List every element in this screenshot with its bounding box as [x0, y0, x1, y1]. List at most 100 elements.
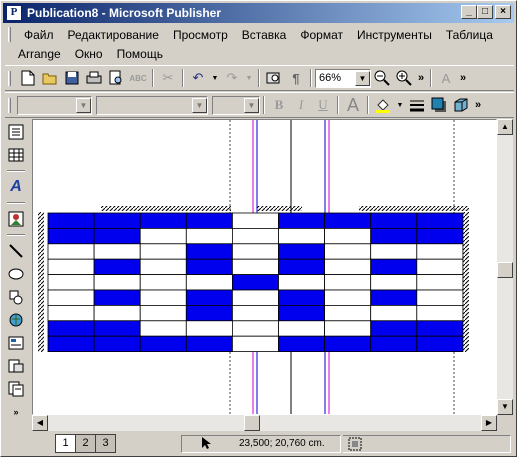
vertical-scroll-thumb[interactable] [497, 262, 513, 278]
table-cell[interactable] [278, 289, 325, 306]
font-size-dropdown-icon[interactable]: ▼ [244, 97, 259, 113]
table-cell[interactable] [47, 258, 95, 275]
table-cell[interactable] [139, 212, 187, 229]
font-dropdown-icon[interactable]: ▼ [192, 97, 207, 113]
table-cell[interactable] [139, 258, 187, 275]
redo-icon[interactable]: ↷ [221, 67, 243, 89]
fill-color-dropdown-icon[interactable]: ▼ [394, 102, 406, 109]
bold-button[interactable]: B [268, 94, 290, 116]
hot-spot-icon[interactable] [5, 309, 27, 331]
table-cell[interactable] [370, 243, 418, 260]
close-button[interactable]: × [495, 5, 511, 19]
special-characters-icon[interactable]: ¶ [285, 67, 307, 89]
table-cell[interactable] [324, 228, 372, 245]
scroll-down-icon[interactable]: ▼ [497, 399, 513, 415]
table-cell[interactable] [47, 228, 95, 245]
print-preview-icon[interactable] [105, 67, 127, 89]
table-cell[interactable] [231, 320, 279, 337]
table-cell[interactable] [185, 320, 233, 337]
table-cell[interactable] [324, 258, 372, 275]
table-cell[interactable] [370, 289, 418, 306]
selection-border[interactable] [463, 212, 469, 352]
table-cell[interactable] [416, 335, 464, 352]
table-cell[interactable] [324, 304, 372, 322]
table-cell[interactable] [47, 243, 95, 260]
table-cell[interactable] [231, 228, 279, 245]
oval-tool-icon[interactable] [5, 263, 27, 285]
table-cell[interactable] [47, 320, 95, 337]
style-dropdown-icon[interactable]: ▼ [76, 97, 91, 113]
table-cell[interactable] [231, 274, 279, 291]
3d-icon[interactable] [450, 94, 472, 116]
form-control-icon[interactable] [5, 332, 27, 354]
design-gallery-icon[interactable] [5, 378, 27, 400]
menu-arrange[interactable]: Arrange [5, 47, 68, 61]
publication-workspace[interactable] [32, 119, 497, 415]
table-cell[interactable] [324, 320, 372, 337]
table-cell[interactable] [185, 258, 233, 275]
table-cell[interactable] [416, 258, 464, 275]
print-icon[interactable] [83, 67, 105, 89]
underline-button[interactable]: U [312, 94, 334, 116]
table-cell[interactable] [185, 289, 233, 306]
selection-border[interactable] [38, 212, 44, 352]
table-cell[interactable] [231, 243, 279, 260]
table-cell[interactable] [278, 304, 325, 322]
zoom-combo[interactable]: 66% ▼ [315, 68, 371, 88]
menu-insert[interactable]: Вставка [235, 28, 294, 42]
table-cell[interactable] [185, 243, 233, 260]
html-code-icon[interactable] [5, 355, 27, 377]
selection-border[interactable] [359, 206, 469, 211]
table-cell[interactable] [370, 258, 418, 275]
text-box-icon[interactable] [5, 121, 27, 143]
page-tab-3[interactable]: 3 [95, 434, 116, 453]
menu-file[interactable]: Файл [17, 28, 61, 42]
table-cell[interactable] [416, 228, 464, 245]
page-tab-1[interactable]: 1 [55, 434, 76, 453]
scroll-left-icon[interactable]: ◀ [32, 415, 48, 431]
table-cell[interactable] [185, 228, 233, 245]
style-combo[interactable]: ▼ [17, 95, 92, 115]
format-painter-icon[interactable]: A [435, 67, 457, 89]
table-cell[interactable] [278, 228, 325, 245]
horizontal-scrollbar[interactable]: ◀ ▶ [32, 415, 497, 431]
line-tool-icon[interactable] [5, 240, 27, 262]
table-cell[interactable] [231, 212, 279, 229]
menu-format[interactable]: Формат [293, 28, 350, 42]
table-cell[interactable] [47, 335, 95, 352]
zoom-dropdown-icon[interactable]: ▼ [355, 70, 370, 86]
table-cell[interactable] [416, 320, 464, 337]
table-cell[interactable] [416, 304, 464, 322]
undo-icon[interactable]: ↶ [187, 67, 209, 89]
spelling-icon[interactable]: ABC [127, 67, 149, 89]
table-frame-icon[interactable] [5, 144, 27, 166]
menu-grip[interactable] [8, 27, 11, 42]
maximize-button[interactable]: □ [477, 5, 493, 19]
table-cell[interactable] [324, 289, 372, 306]
table-cell[interactable] [231, 258, 279, 275]
table-cell[interactable] [278, 320, 325, 337]
table-cell[interactable] [185, 304, 233, 322]
table-cell[interactable] [47, 212, 95, 229]
vertical-scrollbar[interactable]: ▲ ▼ [497, 119, 513, 415]
format-toolbar-options-icon[interactable]: » [472, 99, 484, 111]
toolbar-grip-2[interactable] [8, 97, 11, 113]
checker-table[interactable] [47, 212, 464, 352]
table-cell[interactable] [278, 274, 325, 291]
selection-border[interactable] [166, 206, 231, 211]
toolbar-grip[interactable] [8, 70, 11, 86]
find-icon[interactable] [263, 67, 285, 89]
toolbar-options-icon[interactable]: » [457, 72, 469, 84]
menu-tools[interactable]: Инструменты [350, 28, 439, 42]
menu-edit[interactable]: Редактирование [61, 28, 166, 42]
table-cell[interactable] [93, 212, 141, 229]
selection-border[interactable] [257, 206, 302, 211]
table-cell[interactable] [416, 243, 464, 260]
table-cell[interactable] [370, 304, 418, 322]
table-cell[interactable] [47, 304, 95, 322]
table-cell[interactable] [93, 289, 141, 306]
table-cell[interactable] [416, 289, 464, 306]
table-cell[interactable] [139, 320, 187, 337]
table-cell[interactable] [139, 304, 187, 322]
menu-window[interactable]: Окно [68, 47, 110, 61]
